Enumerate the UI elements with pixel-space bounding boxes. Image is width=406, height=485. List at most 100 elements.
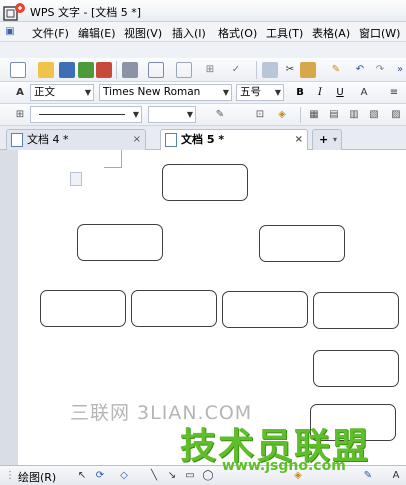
- rectangle-tool-icon[interactable]: ▭: [182, 468, 198, 484]
- document-icon: [165, 133, 177, 147]
- line-tool-icon[interactable]: ╲: [146, 468, 162, 484]
- autoshapes-icon[interactable]: ◇: [116, 468, 132, 484]
- line-style-preview: [39, 114, 125, 115]
- table-grid-icon[interactable]: ⊞: [12, 107, 28, 123]
- diagram-box-root[interactable]: [162, 164, 248, 201]
- cut-icon[interactable]: ✂: [282, 62, 298, 78]
- print-icon[interactable]: [122, 62, 138, 78]
- arrow-tool-icon[interactable]: ↘: [164, 468, 180, 484]
- tab-label: 文档 4 *: [27, 133, 69, 146]
- font-size-select[interactable]: 五号 ▼: [236, 84, 284, 101]
- chevron-down-icon: ▾: [332, 135, 337, 144]
- toolbar-overflow-icon[interactable]: »: [392, 62, 406, 78]
- close-icon[interactable]: ×: [295, 130, 303, 149]
- split-cells-icon[interactable]: ▥: [346, 107, 362, 123]
- toolbar-separator-strip: [0, 42, 406, 58]
- menu-file[interactable]: 文件(F): [32, 25, 69, 41]
- menu-bar: ▣ 文件(F) 编辑(E) 视图(V) 插入(I) 格式(O) 工具(T) 表格…: [0, 22, 406, 42]
- chevron-down-icon: ▼: [186, 110, 193, 119]
- line-weight-select[interactable]: ▼: [148, 106, 196, 123]
- page-setup-icon[interactable]: ⊞: [202, 62, 218, 78]
- chevron-down-icon: ▼: [274, 88, 281, 97]
- font-select[interactable]: Times New Roman ▼: [99, 84, 232, 101]
- new-tab-button[interactable]: + ▾: [312, 129, 342, 150]
- menu-tools[interactable]: 工具(T): [266, 25, 303, 41]
- menu-table[interactable]: 表格(A): [312, 25, 350, 41]
- diagram-box-level3-4[interactable]: [313, 292, 399, 329]
- tab-document-5[interactable]: 文档 5 * ×: [160, 129, 308, 150]
- add-icon: +: [319, 133, 329, 146]
- copy-icon[interactable]: [262, 62, 278, 78]
- chevron-down-icon: ▼: [222, 88, 229, 97]
- select-objects-icon[interactable]: ↖: [74, 468, 90, 484]
- style-select[interactable]: 正文 ▼: [30, 84, 94, 101]
- style-select-value: 正文: [34, 86, 55, 98]
- line-color-icon[interactable]: ✎: [360, 468, 376, 484]
- watermark-jsgho-url: www.jsgho.com: [222, 458, 346, 474]
- redo-icon[interactable]: ↷: [372, 62, 388, 78]
- save-icon[interactable]: [59, 62, 75, 78]
- export-pdf-icon[interactable]: [96, 62, 112, 78]
- toolbar-divider: [116, 61, 117, 79]
- merge-cells-icon[interactable]: ▤: [326, 107, 342, 123]
- insert-table-icon[interactable]: ▦: [306, 107, 322, 123]
- menu-edit[interactable]: 编辑(E): [78, 25, 116, 41]
- toolbar-divider: [256, 61, 257, 79]
- menu-view[interactable]: 视图(V): [124, 25, 162, 41]
- font-select-value: Times New Roman: [103, 86, 201, 98]
- format-painter-icon[interactable]: ✎: [328, 62, 344, 78]
- standard-toolbar: ⊞ ✓ ✂ ✎ ↶ ↷ »: [0, 58, 406, 82]
- tab-label: 文档 5 *: [181, 133, 225, 146]
- find-icon[interactable]: [176, 62, 192, 78]
- diagram-box-level3-1[interactable]: [40, 290, 126, 327]
- new-document-icon[interactable]: [10, 62, 26, 78]
- pen-color-icon[interactable]: ✎: [212, 107, 228, 123]
- font-size-value: 五号: [240, 86, 261, 98]
- border-toolbar: ⊞ ▼ ▼ ✎ ⊡ ◈ ▦ ▤ ▥ ▧ ▨: [0, 104, 406, 126]
- shading-icon[interactable]: ◈: [274, 107, 290, 123]
- window-title: WPS 文字 - [文档 5 *]: [30, 6, 142, 19]
- table-properties-icon[interactable]: ▨: [388, 107, 404, 123]
- paste-icon[interactable]: [300, 62, 316, 78]
- menu-format[interactable]: 格式(O): [218, 25, 257, 41]
- underline-button[interactable]: U: [332, 85, 348, 101]
- font-color-icon[interactable]: A: [356, 85, 372, 101]
- paste-options-icon[interactable]: [70, 172, 82, 186]
- title-bar: WPS 文字 - [文档 5 *]: [0, 0, 406, 22]
- document-tab-bar: 文档 4 * × 文档 5 * × + ▾: [0, 126, 406, 150]
- styles-pane-icon[interactable]: A: [12, 85, 28, 101]
- spelling-icon[interactable]: ✓: [228, 62, 244, 78]
- chevron-down-icon: ▼: [132, 110, 139, 119]
- diagram-box-level3-3[interactable]: [222, 291, 308, 328]
- bold-button[interactable]: B: [292, 85, 308, 101]
- doc-menu-icon[interactable]: ▣: [2, 24, 18, 40]
- align-left-icon[interactable]: ≡: [386, 85, 402, 101]
- tab-document-4[interactable]: 文档 4 * ×: [6, 129, 146, 150]
- cell-align-icon[interactable]: ▧: [366, 107, 382, 123]
- wps-app-icon[interactable]: [2, 2, 28, 24]
- diagram-box-level2-right[interactable]: [259, 225, 345, 262]
- undo-icon[interactable]: ↶: [352, 62, 368, 78]
- italic-button[interactable]: I: [312, 85, 328, 101]
- formatting-toolbar: A 正文 ▼ Times New Roman ▼ 五号 ▼ B I U A ≡: [0, 82, 406, 104]
- toolbar-grip-icon: ⋮: [5, 470, 15, 481]
- borders-icon[interactable]: ⊡: [252, 107, 268, 123]
- save-as-icon[interactable]: [78, 62, 94, 78]
- close-icon[interactable]: ×: [133, 130, 141, 149]
- free-rotate-icon[interactable]: ⟳: [92, 468, 108, 484]
- diagram-box-level2-left[interactable]: [77, 224, 163, 261]
- chevron-down-icon: ▼: [84, 88, 91, 97]
- oval-tool-icon[interactable]: ◯: [200, 468, 216, 484]
- margin-corner-mark: [104, 150, 122, 168]
- menu-window[interactable]: 窗口(W): [359, 25, 400, 41]
- line-style-select[interactable]: ▼: [30, 106, 142, 123]
- font-color-icon[interactable]: A: [388, 468, 404, 484]
- drawing-menu-button[interactable]: 绘图(R): [18, 469, 56, 485]
- menu-insert[interactable]: 插入(I): [172, 25, 206, 41]
- toolbar-divider: [300, 107, 301, 123]
- print-preview-icon[interactable]: [148, 62, 164, 78]
- open-folder-icon[interactable]: [38, 62, 54, 78]
- diagram-box-level3-2[interactable]: [131, 290, 217, 327]
- document-icon: [11, 133, 23, 147]
- diagram-box-level4[interactable]: [313, 350, 399, 387]
